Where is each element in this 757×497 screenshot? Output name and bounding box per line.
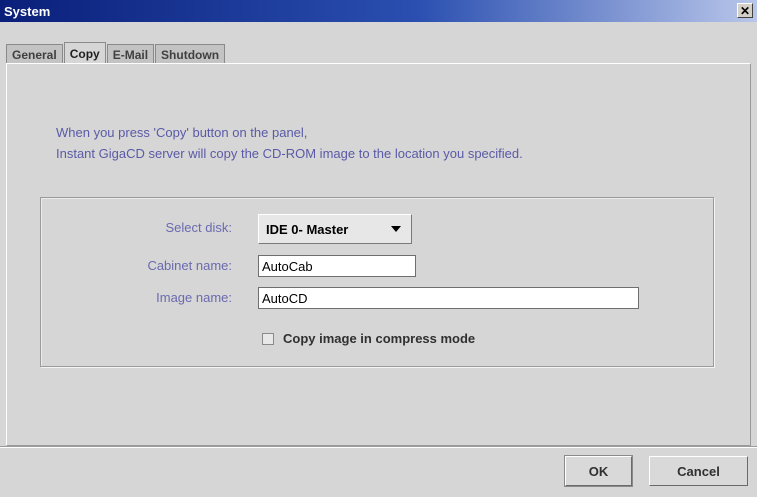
close-icon[interactable]: ✕ <box>737 3 753 18</box>
chevron-down-icon <box>391 226 401 232</box>
select-disk-value: IDE 0- Master <box>266 221 349 237</box>
image-name-field[interactable] <box>258 287 639 309</box>
title-bar: System ✕ <box>0 0 757 22</box>
compress-mode-label[interactable]: Copy image in compress mode <box>283 331 475 346</box>
description-line-1: When you press 'Copy' button on the pane… <box>56 125 308 140</box>
compress-mode-checkbox[interactable] <box>262 332 274 345</box>
description-line-2: Instant GigaCD server will copy the CD-R… <box>56 146 523 161</box>
footer-divider-highlight <box>0 447 757 448</box>
tab-general[interactable]: General <box>6 44 63 64</box>
select-disk-label: Select disk: <box>165 220 232 235</box>
compress-mode-option[interactable]: Copy image in compress mode <box>262 331 475 346</box>
cabinet-name-field[interactable] <box>258 255 416 277</box>
window-title: System <box>4 3 51 19</box>
select-disk-dropdown[interactable]: IDE 0- Master <box>258 214 412 244</box>
tab-strip: General Copy E-Mail Shutdown <box>6 42 226 64</box>
cabinet-name-label: Cabinet name: <box>147 258 232 273</box>
tab-email[interactable]: E-Mail <box>106 44 155 64</box>
ok-button[interactable]: OK <box>565 456 632 486</box>
tab-copy[interactable]: Copy <box>63 42 106 64</box>
cancel-button[interactable]: Cancel <box>649 456 748 486</box>
tab-shutdown[interactable]: Shutdown <box>155 44 226 64</box>
image-name-label: Image name: <box>156 290 232 305</box>
